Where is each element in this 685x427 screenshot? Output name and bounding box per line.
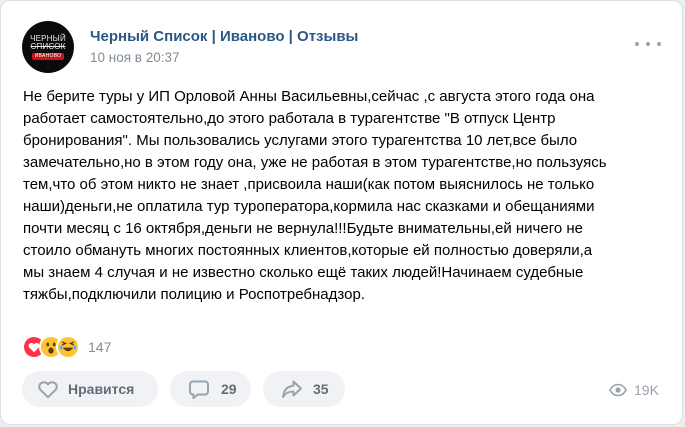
reactions-count: 147 <box>88 339 112 355</box>
eye-icon <box>609 383 627 397</box>
avatar-text-line3: ИВАНОВО <box>31 52 65 60</box>
share-count: 35 <box>313 381 329 397</box>
avatar-text-line2: СПИСОК <box>30 41 66 51</box>
post-text: Не берите туры у ИП Орловой Анны Василье… <box>23 88 607 303</box>
reactions-summary[interactable]: 147 <box>22 335 112 359</box>
post-date[interactable]: 10 ноя в 20:37 <box>90 50 180 65</box>
group-name-link[interactable]: Черный Список | Иваново | Отзывы <box>90 28 358 45</box>
views-counter: 19K <box>609 382 659 398</box>
laughing-reaction-icon <box>56 335 80 359</box>
post-card: ЧЕРНЫЙ СПИСОК ИВАНОВО Черный Список | Ив… <box>0 0 683 425</box>
share-arrow-icon <box>282 380 302 398</box>
like-button-label: Нравится <box>68 381 135 397</box>
share-button[interactable]: 35 <box>263 371 345 407</box>
heart-outline-icon <box>38 381 58 399</box>
more-options-icon[interactable] <box>635 37 661 51</box>
comment-count: 29 <box>221 381 237 397</box>
views-count: 19K <box>634 382 659 398</box>
group-avatar[interactable]: ЧЕРНЫЙ СПИСОК ИВАНОВО <box>22 21 74 73</box>
comment-icon <box>189 380 209 399</box>
like-button[interactable]: Нравится <box>22 371 158 407</box>
comment-button[interactable]: 29 <box>170 371 251 407</box>
